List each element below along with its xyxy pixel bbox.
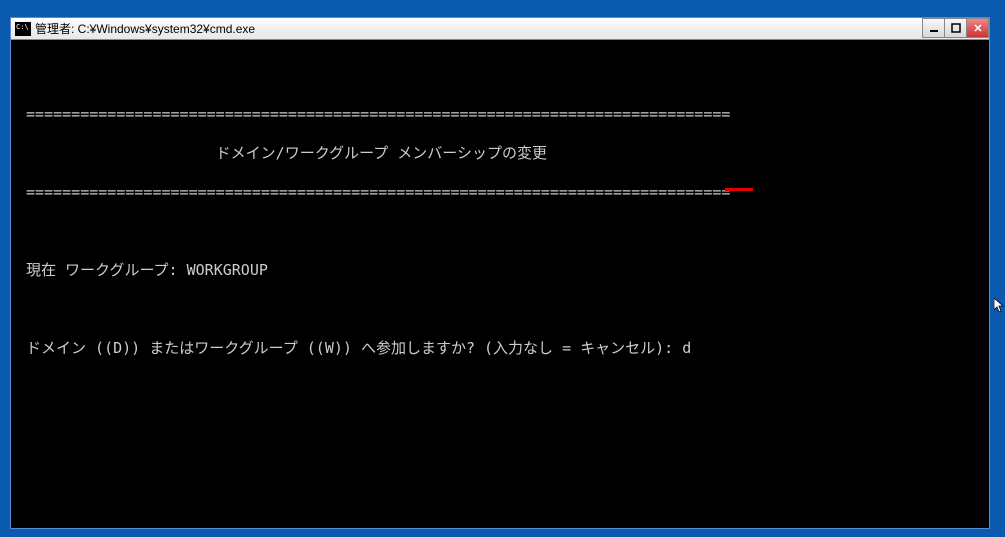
prompt-line: ドメイン ((D)) またはワークグループ ((W)) へ参加しますか? (入力…: [17, 339, 983, 359]
ruler-bottom: ========================================…: [17, 183, 983, 203]
minimize-button[interactable]: [922, 18, 945, 38]
terminal-line: [17, 66, 983, 86]
mouse-cursor-icon: [994, 298, 1004, 314]
terminal-body[interactable]: ========================================…: [11, 40, 989, 528]
close-icon: [973, 23, 983, 33]
maximize-button[interactable]: [944, 18, 967, 38]
window-controls: [923, 18, 989, 39]
ruler-top: ========================================…: [17, 105, 983, 125]
red-underline-annotation: [725, 188, 753, 191]
header-title: ドメイン/ワークグループ メンバーシップの変更: [17, 144, 983, 164]
prompt-text: ドメイン ((D)) またはワークグループ ((W)) へ参加しますか? (入力…: [17, 339, 682, 357]
terminal-blank: [17, 222, 983, 242]
window-title: 管理者: C:¥Windows¥system32¥cmd.exe: [35, 20, 255, 37]
close-button[interactable]: [966, 18, 989, 38]
user-input[interactable]: d: [682, 339, 691, 357]
terminal-blank: [17, 300, 983, 320]
minimize-icon: [929, 23, 939, 33]
current-status: 現在 ワークグループ: WORKGROUP: [17, 261, 983, 281]
maximize-icon: [951, 23, 961, 33]
cmd-window: 管理者: C:¥Windows¥system32¥cmd.exe =======…: [10, 17, 990, 529]
titlebar-left: 管理者: C:¥Windows¥system32¥cmd.exe: [11, 20, 255, 37]
titlebar[interactable]: 管理者: C:¥Windows¥system32¥cmd.exe: [11, 18, 989, 40]
cmd-icon: [15, 22, 31, 36]
